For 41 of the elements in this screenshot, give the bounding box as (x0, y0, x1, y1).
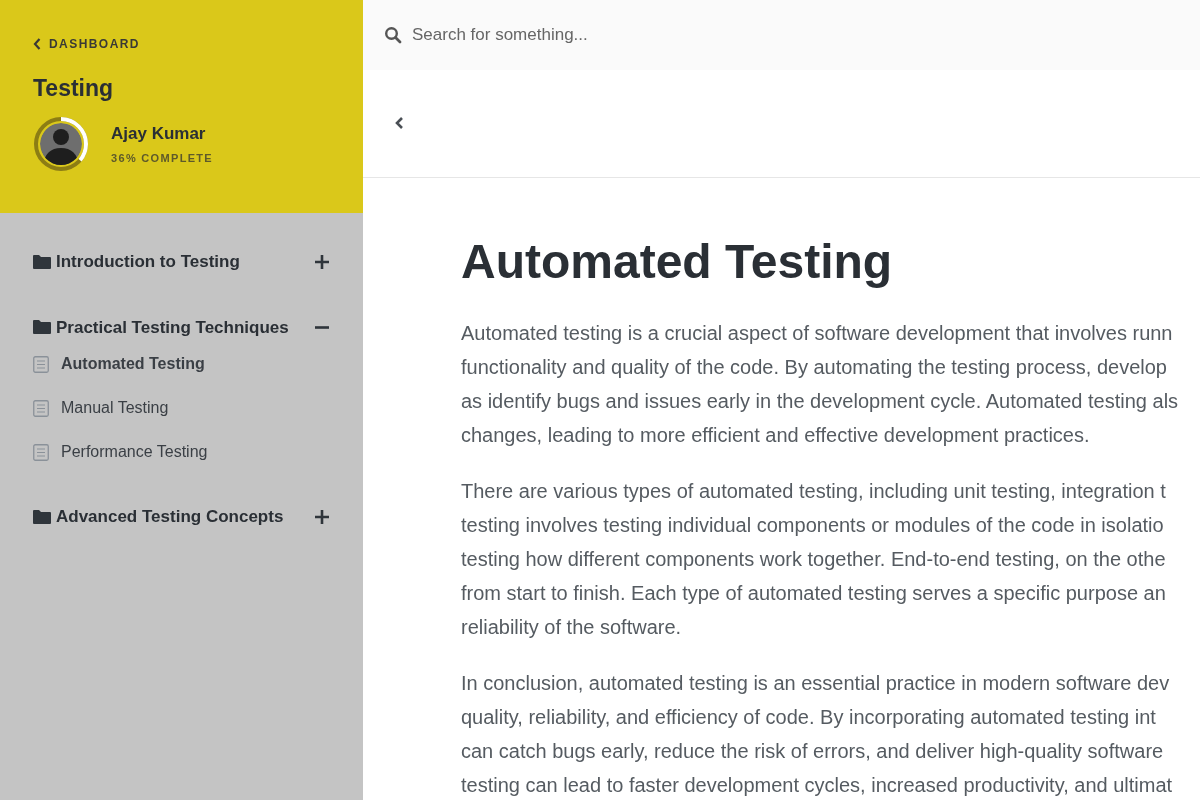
lesson-link[interactable]: Automated Testing (61, 352, 205, 376)
paragraph-line: testing can lead to faster development cycles, increased productivity, and ultimat (461, 772, 1173, 798)
chevron-left-icon (394, 116, 404, 131)
paragraph-line: quality, reliability, and efficiency of code. By incorporating automated testing int (461, 704, 1156, 730)
document-icon (33, 443, 49, 461)
chevron-left-icon (33, 38, 41, 50)
folder-icon (33, 320, 51, 335)
section-title[interactable]: Introduction to Testing (56, 249, 240, 275)
folder-icon (33, 254, 51, 269)
paragraph-line: testing how different components work together. End-to-end testing, on the othe (461, 546, 1166, 572)
course-title: Testing (33, 74, 115, 103)
paragraph-line: In conclusion, automated testing is an essential practice in modern software dev (461, 670, 1170, 696)
progress-text: 36% COMPLETE (111, 151, 214, 166)
lesson-link[interactable]: Performance Testing (61, 440, 208, 464)
paragraph-line: from start to finish. Each type of automated testing serves a specific purpose an (461, 580, 1166, 606)
paragraph-line: can catch bugs early, reduce the risk of errors, and deliver high-quality software (461, 738, 1164, 764)
article-title: Automated Testing (461, 237, 894, 286)
expand-button[interactable] (314, 508, 330, 525)
search-bar[interactable]: Search for something... (363, 0, 1200, 70)
plus-icon (314, 508, 330, 525)
lesson-link[interactable]: Manual Testing (61, 396, 169, 420)
section-title[interactable]: Advanced Testing Concepts (56, 504, 284, 530)
search-icon (384, 25, 402, 44)
paragraph-line: functionality and quality of the code. By automating the testing process, develop (461, 354, 1167, 380)
folder-icon (33, 509, 51, 524)
user-name: Ajay Kumar (111, 122, 207, 145)
avatar-progress-ring (33, 115, 89, 172)
plus-icon (314, 253, 330, 270)
search-field[interactable]: Search for something... (412, 22, 812, 48)
section-title[interactable]: Practical Testing Techniques (56, 314, 289, 340)
document-icon (33, 399, 49, 417)
paragraph-line: Automated testing is a crucial aspect of software development that involves runn (461, 320, 1173, 346)
paragraph-line: as identify bugs and issues early in the development cycle. Automated testing als (461, 388, 1179, 414)
document-icon (33, 355, 49, 373)
paragraph-line: reliability of the software. (461, 614, 682, 640)
paragraph-line: testing involves testing individual components or modules of the code in isolatio (461, 512, 1164, 538)
paragraph-line: There are various types of automated testing, including unit testing, integration t (461, 478, 1166, 504)
minus-icon (314, 325, 330, 329)
dashboard-link[interactable]: DASHBOARD (33, 35, 140, 53)
paragraph-line: changes, leading to more efficient and effective development practices. (461, 422, 1090, 448)
expand-button[interactable] (314, 253, 330, 270)
